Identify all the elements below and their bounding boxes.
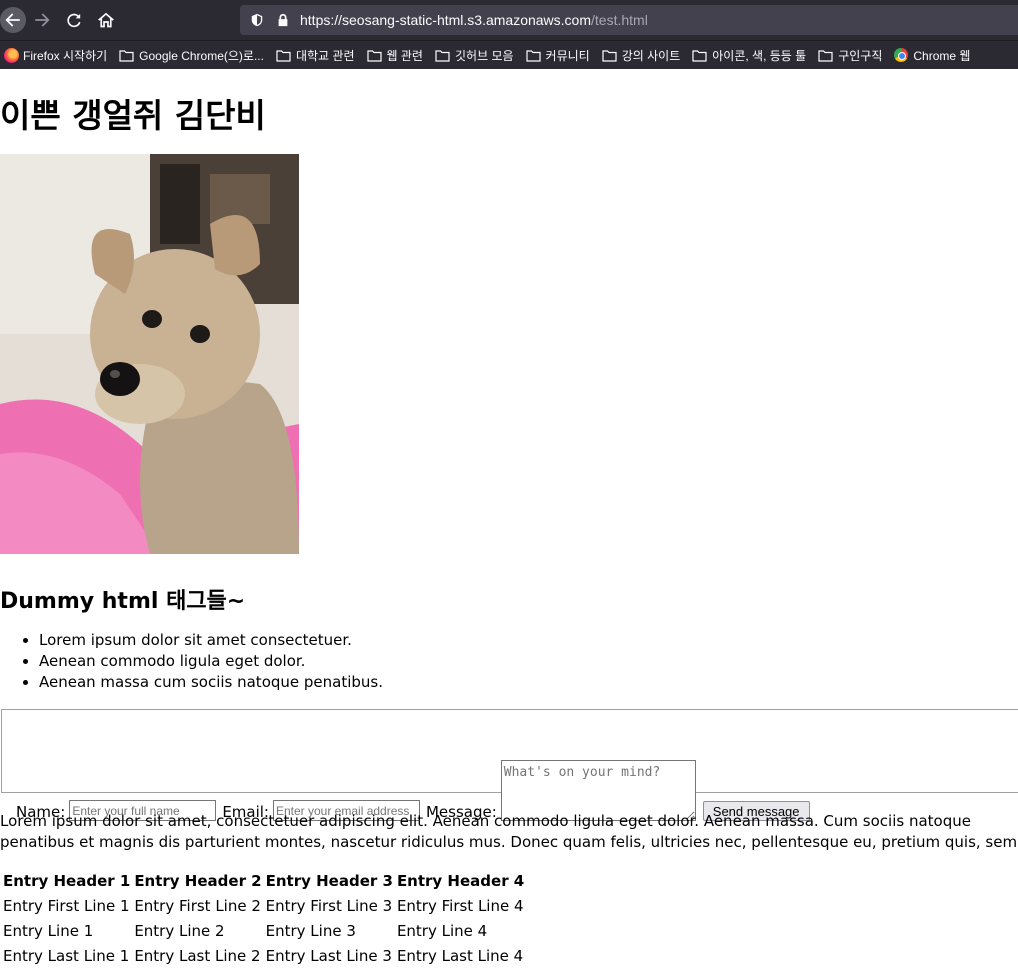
shield-icon[interactable] (248, 11, 266, 29)
folder-icon (525, 49, 541, 62)
table-cell: Entry First Line 2 (134, 896, 261, 915)
table-cell: Entry Last Line 3 (265, 946, 392, 965)
url-path: /test.html (591, 12, 648, 28)
address-bar[interactable]: https://seosang-static-html.s3.amazonaws… (240, 5, 1018, 35)
bookmark-firefox[interactable]: Firefox 시작하기 (4, 47, 107, 64)
table-header: Entry Header 2 (134, 871, 262, 890)
back-button[interactable] (0, 7, 26, 33)
table-row: Entry First Line 1 Entry First Line 2 En… (2, 894, 525, 917)
arrow-right-icon (35, 13, 50, 27)
bookmark-label: 깃허브 모음 (454, 48, 514, 63)
bookmark-label: 웹 관련 (386, 48, 423, 63)
browser-toolbar: https://seosang-static-html.s3.amazonaws… (0, 0, 1018, 40)
table-cell: Entry First Line 3 (265, 896, 393, 915)
table-cell: Entry First Line 1 (3, 896, 130, 915)
bookmark-folder[interactable]: 아이콘, 색, 등등 툴 (692, 47, 806, 64)
folder-icon (818, 49, 833, 62)
table-header-row: Entry Header 1 Entry Header 2 Entry Head… (2, 869, 525, 892)
folder-icon (435, 49, 450, 62)
bookmark-folder[interactable]: 깃허브 모음 (435, 47, 514, 64)
list-item: Aenean commodo ligula eget dolor. (39, 651, 383, 672)
folder-icon (119, 49, 134, 62)
table-cell: Entry Last Line 1 (3, 946, 130, 965)
bookmark-label: Google Chrome(으)로... (139, 48, 264, 63)
arrow-left-icon (5, 13, 20, 27)
table-cell: Entry First Line 4 (396, 896, 524, 915)
table-cell: Entry Last Line 2 (134, 946, 261, 965)
bookmark-label: 구인구직 (838, 48, 883, 63)
table-cell: Entry Line 4 (396, 921, 488, 940)
folder-icon (366, 49, 382, 62)
table-cell: Entry Line 1 (3, 921, 94, 940)
section-heading: Dummy html 태그들~ (0, 589, 246, 614)
list-item: Lorem ipsum dolor sit amet consectetuer. (39, 630, 383, 651)
home-icon (98, 12, 114, 28)
page-title: 이쁜 갱얼쥐 김단비 (0, 96, 266, 135)
dog-photo-illustration (0, 154, 299, 554)
bookmark-folder[interactable]: 강의 사이트 (602, 47, 681, 64)
table-row: Entry Line 1 Entry Line 2 Entry Line 3 E… (2, 919, 525, 942)
lorem-paragraph: Lorem ipsum dolor sit amet, consectetuer… (0, 812, 1018, 851)
bookmark-folder[interactable]: 웹 관련 (366, 47, 423, 64)
forward-button[interactable] (26, 4, 58, 36)
bookmark-label: 대학교 관련 (295, 48, 355, 63)
bookmark-label: Chrome 웹 (913, 48, 971, 63)
bookmark-folder[interactable]: 커뮤니티 (525, 47, 590, 64)
bookmark-label: 커뮤니티 (545, 48, 590, 63)
list-item: Aenean massa cum sociis natoque penatibu… (39, 672, 383, 693)
folder-icon (602, 49, 617, 62)
table-header: Entry Header 4 (396, 871, 525, 890)
bookmark-label: 강의 사이트 (621, 48, 681, 63)
bookmark-folder[interactable]: 대학교 관련 (276, 47, 355, 64)
dog-photo (0, 154, 299, 554)
chrome-icon (894, 48, 909, 62)
reload-icon (67, 13, 81, 28)
firefox-icon (4, 47, 19, 63)
table-cell: Entry Last Line 4 (396, 946, 524, 965)
lock-icon[interactable] (274, 11, 292, 29)
dummy-list: Lorem ipsum dolor sit amet consectetuer.… (0, 630, 383, 693)
folder-icon (276, 49, 291, 62)
table-cell: Entry Line 2 (134, 921, 225, 940)
bookmark-chrome[interactable]: Chrome 웹 (894, 47, 970, 64)
bookmark-folder[interactable]: Google Chrome(으)로... (119, 47, 264, 64)
table-row: Entry Last Line 1 Entry Last Line 2 Entr… (2, 944, 525, 967)
table-cell: Entry Line 3 (265, 921, 356, 940)
contact-form: Name: Email: Message: Send message (1, 709, 1018, 821)
url-host: https://seosang-static-html.s3.amazonaws… (300, 12, 592, 28)
bookmark-folder[interactable]: 구인구직 (818, 47, 882, 64)
home-button[interactable] (90, 4, 122, 36)
table-header: Entry Header 3 (265, 871, 393, 890)
folder-icon (692, 49, 707, 62)
reload-button[interactable] (58, 4, 90, 36)
bookmark-label: 아이콘, 색, 등등 툴 (712, 48, 807, 63)
bookmarks-bar: Firefox 시작하기 Google Chrome(으)로... 대학교 관련… (0, 40, 1018, 69)
table-header: Entry Header 1 (3, 871, 131, 890)
bookmark-label: Firefox 시작하기 (23, 48, 108, 63)
